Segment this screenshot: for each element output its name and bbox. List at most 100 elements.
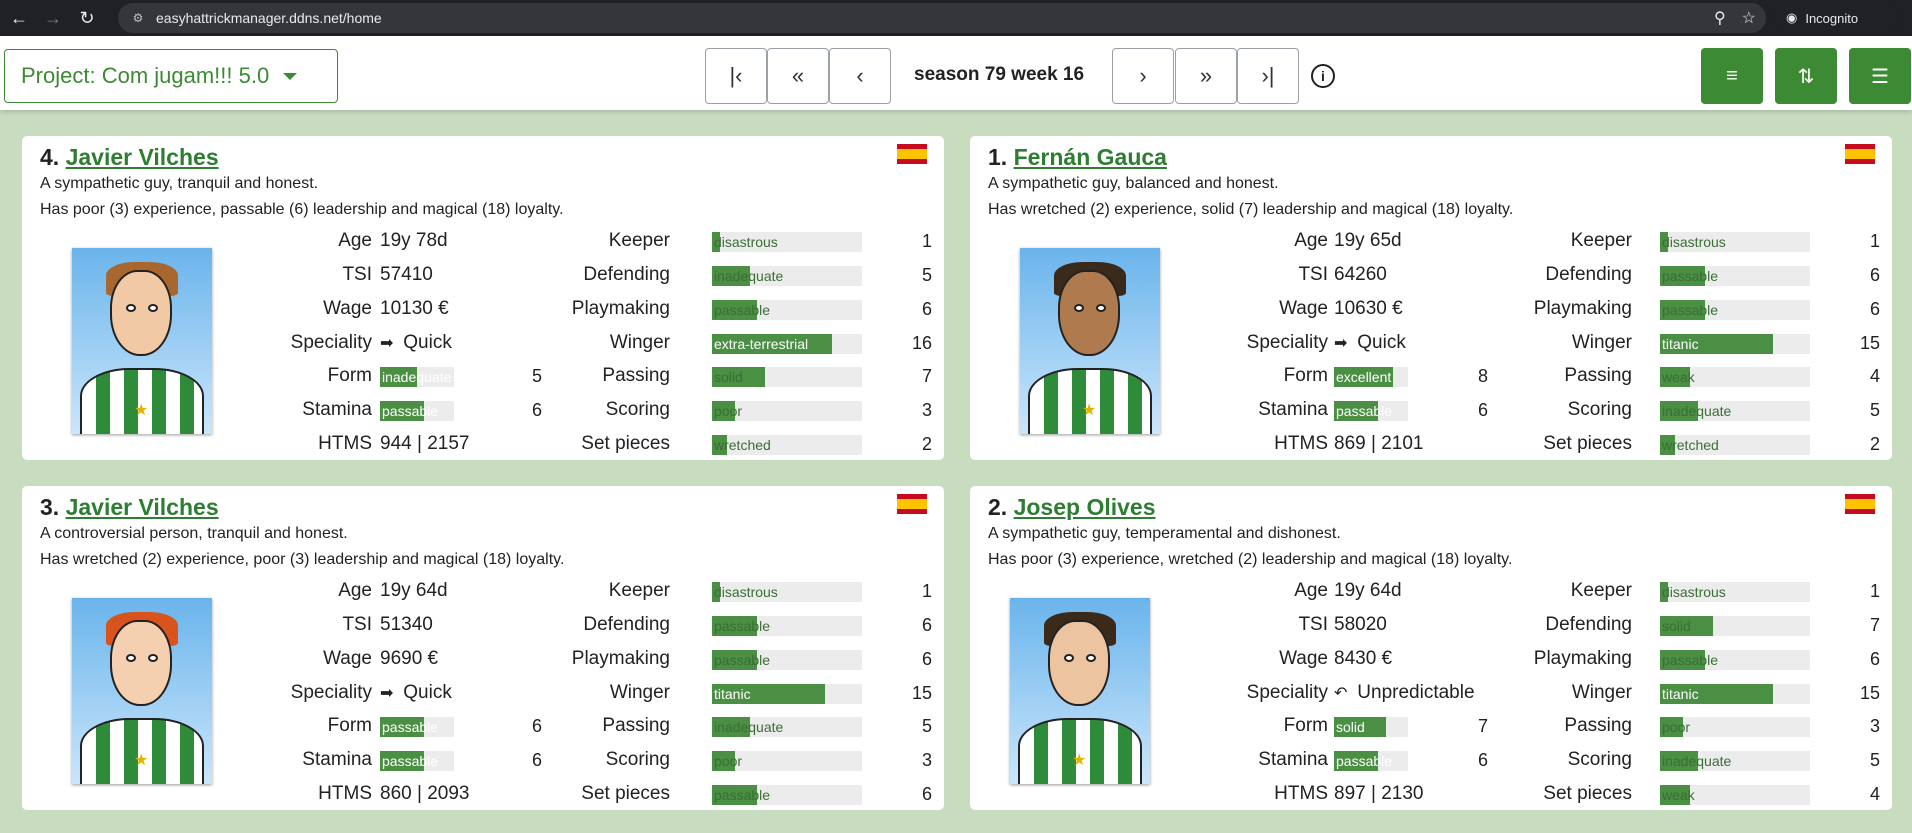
player-avatar: ★ <box>1020 248 1160 434</box>
chevron-right-icon: › <box>1139 63 1147 88</box>
passing-bar: poor <box>1660 717 1810 737</box>
htms-label: HTMS <box>1274 783 1328 804</box>
defending-label: Defending <box>1545 614 1632 635</box>
set-pieces-label: Set pieces <box>581 433 670 454</box>
scoring-bar: poor <box>712 751 862 771</box>
form-level-text: inadequate <box>382 369 452 385</box>
defending-number: 7 <box>1869 615 1880 635</box>
last-week-button[interactable]: ›| <box>1237 48 1299 104</box>
player-name-link[interactable]: Josep Olives <box>1014 494 1156 520</box>
defending-label: Defending <box>583 264 670 285</box>
stamina-number: 6 <box>1477 400 1488 420</box>
playmaking-number: 6 <box>1869 299 1880 319</box>
filter-button[interactable]: ≡ <box>1701 48 1763 104</box>
url-text[interactable]: easyhattrickmanager.ddns.net/home <box>156 10 382 26</box>
keeper-bar: disastrous <box>1660 232 1810 252</box>
wage-value: 10630 € <box>1334 298 1403 319</box>
player-title: 1. Fernán Gauca <box>988 144 1167 171</box>
next-week-button[interactable]: › <box>1112 48 1174 104</box>
set-pieces-number: 2 <box>1869 434 1880 454</box>
bookmark-star-icon[interactable]: ☆ <box>1742 8 1756 28</box>
wage-label: Wage <box>323 648 372 669</box>
sort-icon: ⇅ <box>1797 65 1815 88</box>
player-avatar: ★ <box>72 598 212 784</box>
speciality-value: ➡ Quick <box>1334 332 1406 354</box>
passing-label: Passing <box>602 365 670 386</box>
age-label: Age <box>1294 230 1328 251</box>
form-label: Form <box>1283 715 1328 736</box>
forward-icon[interactable]: → <box>38 3 68 33</box>
player-name-link[interactable]: Fernán Gauca <box>1014 144 1167 170</box>
site-info-icon[interactable]: ⚙ <box>130 10 146 26</box>
next-season-button[interactable]: » <box>1175 48 1237 104</box>
playmaking-label: Playmaking <box>571 648 670 669</box>
passing-bar: solid <box>712 367 862 387</box>
playmaking-label: Playmaking <box>1533 298 1632 319</box>
tsi-value: 51340 <box>380 614 433 635</box>
form-level-text: excellent <box>1336 369 1392 385</box>
address-bar[interactable]: ⚙ easyhattrickmanager.ddns.net/home ⚲ ☆ <box>118 3 1766 33</box>
age-label: Age <box>338 580 372 601</box>
form-bar: passable <box>380 717 454 737</box>
prev-season-button[interactable]: « <box>767 48 829 104</box>
winger-number: 15 <box>1859 683 1880 703</box>
stamina-level-text: passable <box>382 403 439 419</box>
passing-label: Passing <box>602 715 670 736</box>
info-icon[interactable]: i <box>1311 64 1335 88</box>
player-experience: Has poor (3) experience, wretched (2) le… <box>988 551 1513 568</box>
player-card: 4. Javier Vilches A sympathetic guy, tran… <box>22 136 944 460</box>
prev-week-button[interactable]: ‹ <box>829 48 891 104</box>
passing-level-text: inadequate <box>714 719 784 735</box>
avatar-eye <box>126 654 136 662</box>
winger-level-text: titanic <box>1662 336 1699 352</box>
scoring-bar: poor <box>712 401 862 421</box>
sort-button[interactable]: ⇅ <box>1775 48 1837 104</box>
keeper-level-text: disastrous <box>714 234 778 250</box>
spain-flag-icon <box>1845 144 1875 164</box>
defending-bar: passable <box>712 616 862 636</box>
incognito-label: Incognito <box>1805 10 1859 26</box>
player-experience: Has wretched (2) experience, solid (7) l… <box>988 201 1514 218</box>
winger-level-text: titanic <box>1662 686 1699 702</box>
scoring-label: Scoring <box>1567 749 1632 770</box>
defending-bar: inadequate <box>712 266 862 286</box>
form-level-text: solid <box>1336 719 1365 735</box>
avatar-eye <box>148 654 158 662</box>
playmaking-bar: passable <box>712 300 862 320</box>
reload-icon[interactable]: ↻ <box>72 3 102 33</box>
stamina-label: Stamina <box>302 749 372 770</box>
avatar-eye <box>1096 304 1106 312</box>
project-selector-button[interactable]: Project: Com jugam!!! 5.0 <box>4 49 338 103</box>
star-icon: ★ <box>134 402 149 419</box>
stamina-label: Stamina <box>1258 399 1328 420</box>
wage-value: 9690 € <box>380 648 439 669</box>
zoom-icon[interactable]: ⚲ <box>1714 8 1726 28</box>
back-icon[interactable]: ← <box>4 3 34 33</box>
form-bar: excellent <box>1334 367 1408 387</box>
avatar-eye <box>1074 304 1084 312</box>
menu-button[interactable]: ☰ <box>1849 48 1911 104</box>
player-name-link[interactable]: Javier Vilches <box>66 144 219 170</box>
winger-level-text: titanic <box>714 686 751 702</box>
set-pieces-number: 2 <box>921 434 932 454</box>
tsi-value: 57410 <box>380 264 433 285</box>
set-pieces-label: Set pieces <box>581 783 670 804</box>
incognito-indicator[interactable]: ◉ Incognito <box>1774 4 1902 32</box>
form-number: 6 <box>531 716 542 736</box>
player-personality: A sympathetic guy, tranquil and honest. <box>40 175 319 192</box>
wage-label: Wage <box>1279 298 1328 319</box>
set-pieces-number: 4 <box>1869 784 1880 804</box>
form-number: 5 <box>531 366 542 386</box>
spain-flag-icon <box>1845 494 1875 514</box>
playmaking-bar: passable <box>1660 650 1810 670</box>
playmaking-level-text: passable <box>1662 652 1719 668</box>
player-title: 2. Josep Olives <box>988 494 1156 521</box>
player-avatar: ★ <box>72 248 212 434</box>
form-bar: solid <box>1334 717 1408 737</box>
winger-label: Winger <box>609 682 670 703</box>
player-name-link[interactable]: Javier Vilches <box>66 494 219 520</box>
set-pieces-level-text: weak <box>1662 787 1695 803</box>
stamina-level-text: passable <box>1336 753 1393 769</box>
first-week-button[interactable]: |‹ <box>705 48 767 104</box>
playmaking-level-text: passable <box>1662 302 1719 318</box>
